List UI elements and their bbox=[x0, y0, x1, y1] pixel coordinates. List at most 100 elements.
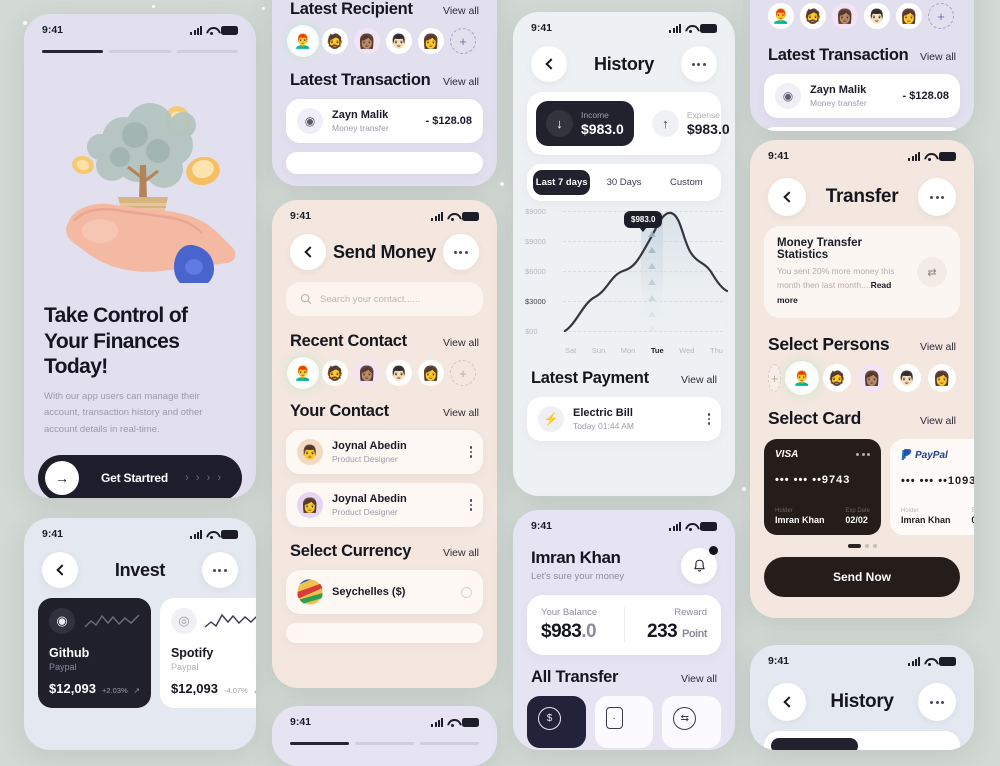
avatar[interactable]: 👨🏻 bbox=[864, 3, 890, 29]
avatar[interactable]: 👨🏻 bbox=[386, 28, 412, 54]
more-options-button[interactable] bbox=[680, 46, 717, 82]
search-placeholder: Search your contact...... bbox=[320, 293, 421, 305]
transaction-card[interactable]: ◉ Zayn Malik Money transfer - $128.08 bbox=[286, 99, 483, 143]
more-options-button[interactable] bbox=[442, 234, 479, 270]
kebab-menu-icon[interactable] bbox=[469, 446, 472, 458]
contact-card[interactable]: 👩 Joynal Abedin Product Designer bbox=[286, 483, 483, 527]
avatar[interactable]: 👩 bbox=[418, 28, 444, 54]
tile-exchange[interactable]: ⇆ bbox=[662, 696, 722, 748]
avatar[interactable]: 👩 bbox=[896, 3, 922, 29]
tile-mobile-recharge[interactable]: · bbox=[594, 696, 654, 748]
avatar[interactable]: 👩🏽 bbox=[858, 364, 886, 393]
tile-send-money[interactable]: $ bbox=[527, 696, 586, 748]
tab-30-days[interactable]: 30 Days bbox=[595, 170, 652, 195]
view-all-link[interactable]: View all bbox=[443, 547, 479, 559]
add-person-button[interactable]: + bbox=[768, 364, 781, 393]
add-recipient-button[interactable]: + bbox=[928, 3, 954, 29]
back-button[interactable] bbox=[290, 234, 326, 270]
progress-step-2 bbox=[355, 742, 414, 745]
tab-last-7-days[interactable]: Last 7 days bbox=[533, 170, 591, 195]
view-all-link[interactable]: View all bbox=[443, 407, 479, 419]
tab-custom[interactable]: Custom bbox=[658, 170, 715, 195]
kebab-menu-icon[interactable] bbox=[707, 413, 710, 425]
pager-dot[interactable] bbox=[864, 544, 869, 549]
view-all-link[interactable]: View all bbox=[443, 76, 479, 88]
carousel-pager[interactable] bbox=[750, 535, 974, 549]
avatar[interactable]: 👩 bbox=[928, 364, 956, 393]
view-all-link[interactable]: View all bbox=[920, 341, 956, 353]
add-contact-button[interactable]: + bbox=[450, 360, 476, 386]
more-options-button[interactable] bbox=[918, 683, 956, 721]
screen-onboarding-partial: 9:41 bbox=[272, 706, 497, 766]
get-started-button[interactable]: → Get Startred › › › › bbox=[38, 454, 242, 498]
wifi-icon bbox=[447, 212, 458, 221]
notifications-button[interactable] bbox=[681, 546, 718, 584]
avatar[interactable]: 👩🏽 bbox=[354, 360, 380, 386]
invest-card[interactable]: ◎ Spotify Paypal $12,093 -4.07% ↙ bbox=[159, 598, 256, 708]
battery-icon bbox=[700, 23, 717, 33]
avatar[interactable]: 👨‍🦰 bbox=[290, 28, 316, 54]
view-all-link[interactable]: View all bbox=[920, 415, 956, 427]
currency-radio[interactable] bbox=[461, 586, 472, 598]
table-row[interactable]: ◉ Zayn Malik Money transfer - $128.08 bbox=[764, 74, 960, 118]
payment-cards-carousel[interactable]: VISA ••• ••• ••9743 Holder Imran Khan Ex… bbox=[750, 429, 974, 536]
payment-card[interactable]: ⚡ Electric Bill Today 01:44 AM bbox=[527, 397, 721, 441]
pager-dot[interactable] bbox=[872, 544, 877, 549]
add-recipient-button[interactable]: + bbox=[450, 28, 476, 54]
list-item[interactable]: Seychelles ($) bbox=[286, 570, 483, 614]
invest-card[interactable]: ◉ Github Paypal $12,093 +2.03% ↗ bbox=[38, 598, 151, 708]
avatar[interactable]: 👩🏽 bbox=[832, 3, 858, 29]
list-item[interactable]: ⚡ Electric Bill Today 01:44 AM bbox=[527, 397, 721, 441]
currency-card[interactable]: Seychelles ($) bbox=[286, 570, 483, 614]
search-field[interactable]: Search your contact...... bbox=[286, 282, 483, 316]
expense-stat[interactable]: ↑ Expense $983.0 bbox=[642, 101, 735, 146]
back-button[interactable] bbox=[42, 552, 78, 588]
avatar[interactable]: 👨🏻 bbox=[386, 360, 412, 386]
avatar[interactable]: 🧔 bbox=[322, 28, 348, 54]
invest-change: +2.03% bbox=[102, 686, 128, 695]
expense-stat[interactable] bbox=[866, 738, 953, 750]
back-button[interactable] bbox=[768, 683, 806, 721]
avatar[interactable]: 👩 bbox=[418, 360, 444, 386]
contact-card[interactable]: 👨 Joynal Abedin Product Designer bbox=[286, 430, 483, 474]
more-options-button[interactable] bbox=[201, 552, 238, 588]
view-all-link[interactable]: View all bbox=[920, 51, 956, 63]
table-row[interactable]: ◉ Zayn Malik Money transfer - $128.08 bbox=[286, 99, 483, 143]
pager-dot-active[interactable] bbox=[847, 544, 861, 549]
list-item[interactable]: 👨 Joynal Abedin Product Designer bbox=[286, 430, 483, 474]
avatar[interactable]: 👨🏻 bbox=[893, 364, 921, 393]
more-options-button[interactable] bbox=[918, 178, 956, 216]
avatar[interactable]: 🧔 bbox=[322, 360, 348, 386]
view-all-link[interactable]: View all bbox=[443, 337, 479, 349]
back-button[interactable] bbox=[768, 178, 806, 216]
avatar[interactable]: 🧔 bbox=[823, 364, 851, 393]
latest-transaction-header: Latest Transaction View all bbox=[750, 46, 974, 65]
income-stat[interactable]: ↓ Income $983.0 bbox=[536, 101, 634, 146]
avatar[interactable]: 👨‍🦰 bbox=[290, 360, 316, 386]
currency-label: Seychelles ($) bbox=[332, 586, 406, 598]
view-all-link[interactable]: View all bbox=[681, 673, 717, 685]
list-item[interactable]: 👩 Joynal Abedin Product Designer bbox=[286, 483, 483, 527]
visa-logo: VISA bbox=[775, 449, 799, 461]
invest-provider: Paypal bbox=[170, 662, 199, 672]
income-stat[interactable] bbox=[771, 738, 858, 750]
ellipsis-icon[interactable] bbox=[856, 453, 870, 457]
status-icons bbox=[431, 211, 479, 221]
send-now-button[interactable]: Send Now bbox=[764, 557, 960, 598]
money-transfer-statistics-card[interactable]: Money Transfer Statistics You sent 20% m… bbox=[764, 226, 960, 319]
avatar[interactable]: 🧔 bbox=[800, 3, 826, 29]
view-all-link[interactable]: View all bbox=[681, 374, 717, 386]
payment-card-paypal[interactable]: PayPal ••• ••• ••1093 Holder Imran Khan … bbox=[890, 439, 974, 536]
transaction-card[interactable]: ◉ Zayn Malik Money transfer - $128.08 bbox=[764, 74, 960, 118]
back-button[interactable] bbox=[531, 46, 567, 82]
payment-card-visa[interactable]: VISA ••• ••• ••9743 Holder Imran Khan Ex… bbox=[764, 439, 881, 536]
avatar[interactable]: 👩🏽 bbox=[354, 28, 380, 54]
exchange-icon[interactable]: ⇄ bbox=[917, 257, 947, 288]
avatar[interactable]: 👨‍🦰 bbox=[768, 3, 794, 29]
avatar[interactable]: 👨‍🦰 bbox=[788, 364, 816, 393]
search-icon bbox=[300, 293, 312, 305]
view-all-link[interactable]: View all bbox=[443, 5, 479, 17]
signal-icon bbox=[908, 656, 920, 666]
kebab-menu-icon[interactable] bbox=[469, 499, 472, 511]
contact-role: Product Designer bbox=[332, 453, 398, 464]
